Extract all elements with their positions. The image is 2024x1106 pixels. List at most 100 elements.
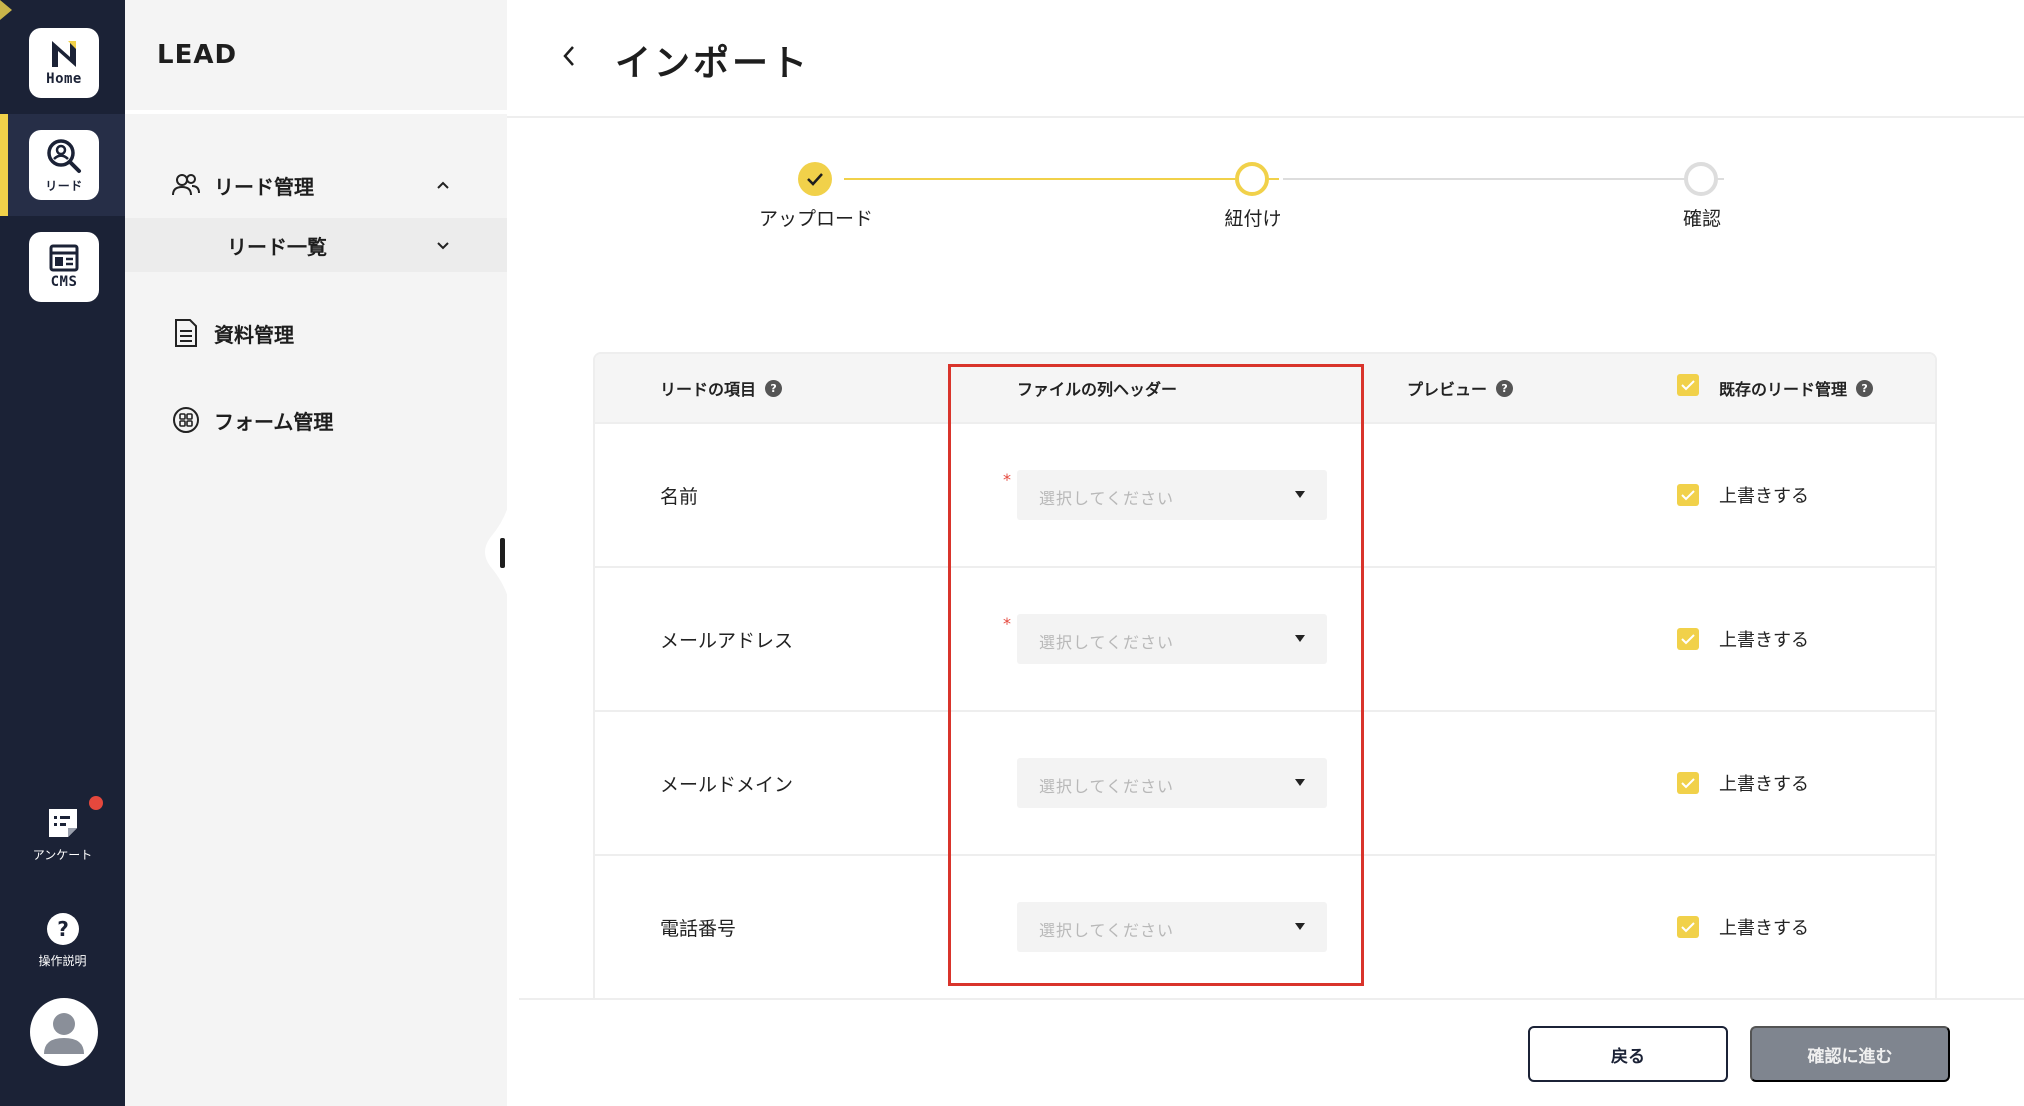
check-icon <box>1681 634 1695 645</box>
notification-dot <box>89 796 103 810</box>
help-question-icon: ? <box>46 913 79 945</box>
sidebar-item-label: 資料管理 <box>214 322 294 347</box>
help-circle-icon[interactable]: ? <box>1496 379 1514 397</box>
lead-field-name: メールドメイン <box>660 774 794 796</box>
lead-search-icon <box>47 138 81 173</box>
help-circle-icon[interactable]: ? <box>1856 379 1874 397</box>
header-existing-lead-label: 既存のリード管理 <box>1719 380 1848 399</box>
step-2-circle <box>1235 162 1269 196</box>
lead-field-name: 電話番号 <box>660 918 737 940</box>
rail-help-button[interactable]: ? 操作説明 <box>0 912 125 969</box>
rail-cms-button[interactable]: CMS <box>29 232 99 302</box>
mapping-table: リードの項目 ? ファイルの列ヘッダー プレビュー ? 既存のリード管理 ? 名… <box>593 352 1937 1002</box>
step-connector-pending <box>1283 178 1724 180</box>
step-3-label: 確認 <box>1682 208 1722 230</box>
main-content: インポート アップロード 紐付け 確認 リードの項目 ? ファイルの列ヘッダー … <box>507 0 2024 1106</box>
chevron-left-icon <box>563 46 574 66</box>
chevron-up-icon[interactable] <box>435 177 451 193</box>
back-button[interactable]: 戻る <box>1528 1026 1728 1082</box>
page-footer: 戻る 確認に進む <box>519 998 2024 1106</box>
rail-home-label: Home <box>46 71 82 87</box>
rail-survey-label: アンケート <box>32 848 93 862</box>
table-row: 名前 * 選択してください 上書きする <box>595 422 1935 566</box>
step-1-circle <box>798 162 832 196</box>
rail-active-indicator <box>0 114 8 216</box>
check-icon <box>1681 380 1695 391</box>
required-mark: * <box>1003 614 1011 633</box>
rail-corner-marker <box>0 0 12 20</box>
header-file-column-label: ファイルの列ヘッダー <box>1017 380 1178 399</box>
step-connector-done <box>844 178 1279 180</box>
document-icon <box>171 318 201 348</box>
user-icon <box>44 1013 84 1054</box>
sidebar-subitem-lead-list-row[interactable]: リード一覧 <box>125 218 507 272</box>
users-icon <box>171 170 201 200</box>
sidebar-item-documents[interactable]: 資料管理 <box>125 316 507 350</box>
overwrite-checkbox[interactable] <box>1677 628 1699 650</box>
rail-home-button[interactable]: Home <box>29 28 99 98</box>
check-icon <box>1681 778 1695 789</box>
svg-text:?: ? <box>57 917 69 941</box>
table-row: メールアドレス * 選択してください 上書きする <box>595 566 1935 710</box>
column-header-select[interactable]: 選択してください <box>1017 902 1327 952</box>
chevron-down-icon[interactable] <box>435 237 451 253</box>
overwrite-label: 上書きする <box>1719 774 1809 795</box>
select-placeholder: 選択してください <box>1039 921 1175 940</box>
check-icon <box>807 173 823 186</box>
user-avatar[interactable] <box>30 998 98 1066</box>
home-logo-icon <box>52 41 76 67</box>
rail-survey-button[interactable]: アンケート <box>0 806 125 863</box>
column-header-select[interactable]: 選択してください <box>1017 614 1327 664</box>
survey-sticky-icon <box>48 809 77 837</box>
overwrite-label: 上書きする <box>1719 630 1809 651</box>
sidebar-header: LEAD <box>125 0 507 114</box>
header-lead-field: リードの項目 ? <box>660 376 783 400</box>
overwrite-all-checkbox[interactable] <box>1677 374 1699 396</box>
sidebar-item-label: リード一覧 <box>227 234 327 259</box>
caret-down-icon <box>1295 923 1305 930</box>
sidebar-title: LEAD <box>157 40 238 70</box>
overwrite-checkbox[interactable] <box>1677 916 1699 938</box>
sidebar-item-label: フォーム管理 <box>214 409 334 434</box>
header-preview: プレビュー ? <box>1407 376 1514 400</box>
header-lead-field-label: リードの項目 <box>660 380 757 399</box>
step-1-label: アップロード <box>758 208 874 230</box>
column-header-select[interactable]: 選択してください <box>1017 470 1327 520</box>
caret-down-icon <box>1295 635 1305 642</box>
lead-field-name: 名前 <box>660 486 699 508</box>
required-mark: * <box>1003 470 1011 489</box>
check-icon <box>1681 922 1695 933</box>
proceed-to-confirm-button[interactable]: 確認に進む <box>1750 1026 1950 1082</box>
rail-help-label: 操作説明 <box>38 954 87 968</box>
select-placeholder: 選択してください <box>1039 777 1175 796</box>
table-row: メールドメイン 選択してください 上書きする <box>595 710 1935 854</box>
rail-lead-label: リード <box>45 178 83 193</box>
page-title: インポート <box>615 43 811 84</box>
rail-lead-button[interactable]: リード <box>29 130 99 200</box>
sidebar-item-forms[interactable]: フォーム管理 <box>125 403 507 437</box>
back-arrow-button[interactable] <box>555 42 583 70</box>
table-header: リードの項目 ? ファイルの列ヘッダー プレビュー ? 既存のリード管理 ? <box>595 354 1935 422</box>
overwrite-checkbox[interactable] <box>1677 484 1699 506</box>
table-row: 電話番号 選択してください 上書きする <box>595 854 1935 998</box>
help-circle-icon[interactable]: ? <box>765 379 783 397</box>
column-header-select[interactable]: 選択してください <box>1017 758 1327 808</box>
header-preview-label: プレビュー <box>1407 380 1488 399</box>
select-placeholder: 選択してください <box>1039 489 1175 508</box>
sidebar-item-lead-management[interactable]: リード管理 <box>125 168 507 202</box>
sidebar-item-label: リード管理 <box>214 174 314 199</box>
overwrite-label: 上書きする <box>1719 486 1809 507</box>
select-placeholder: 選択してください <box>1039 633 1175 652</box>
step-2-label: 紐付け <box>1224 208 1282 230</box>
step-3-circle <box>1684 162 1718 196</box>
header-file-column: ファイルの列ヘッダー <box>1017 376 1177 400</box>
grid-circle-icon <box>171 405 201 435</box>
overwrite-label: 上書きする <box>1719 918 1809 939</box>
app-rail: Home リード CMS アンケート ? 操作説明 <box>0 0 125 1106</box>
rail-cms-label: CMS <box>50 274 78 290</box>
secondary-sidebar: LEAD リード管理 リード一覧 資料管理 フォーム管理 <box>125 0 507 1106</box>
overwrite-checkbox[interactable] <box>1677 772 1699 794</box>
sidebar-item-lead-list[interactable]: リード一覧 <box>125 228 507 262</box>
caret-down-icon <box>1295 779 1305 786</box>
page-header: インポート <box>507 0 2024 118</box>
